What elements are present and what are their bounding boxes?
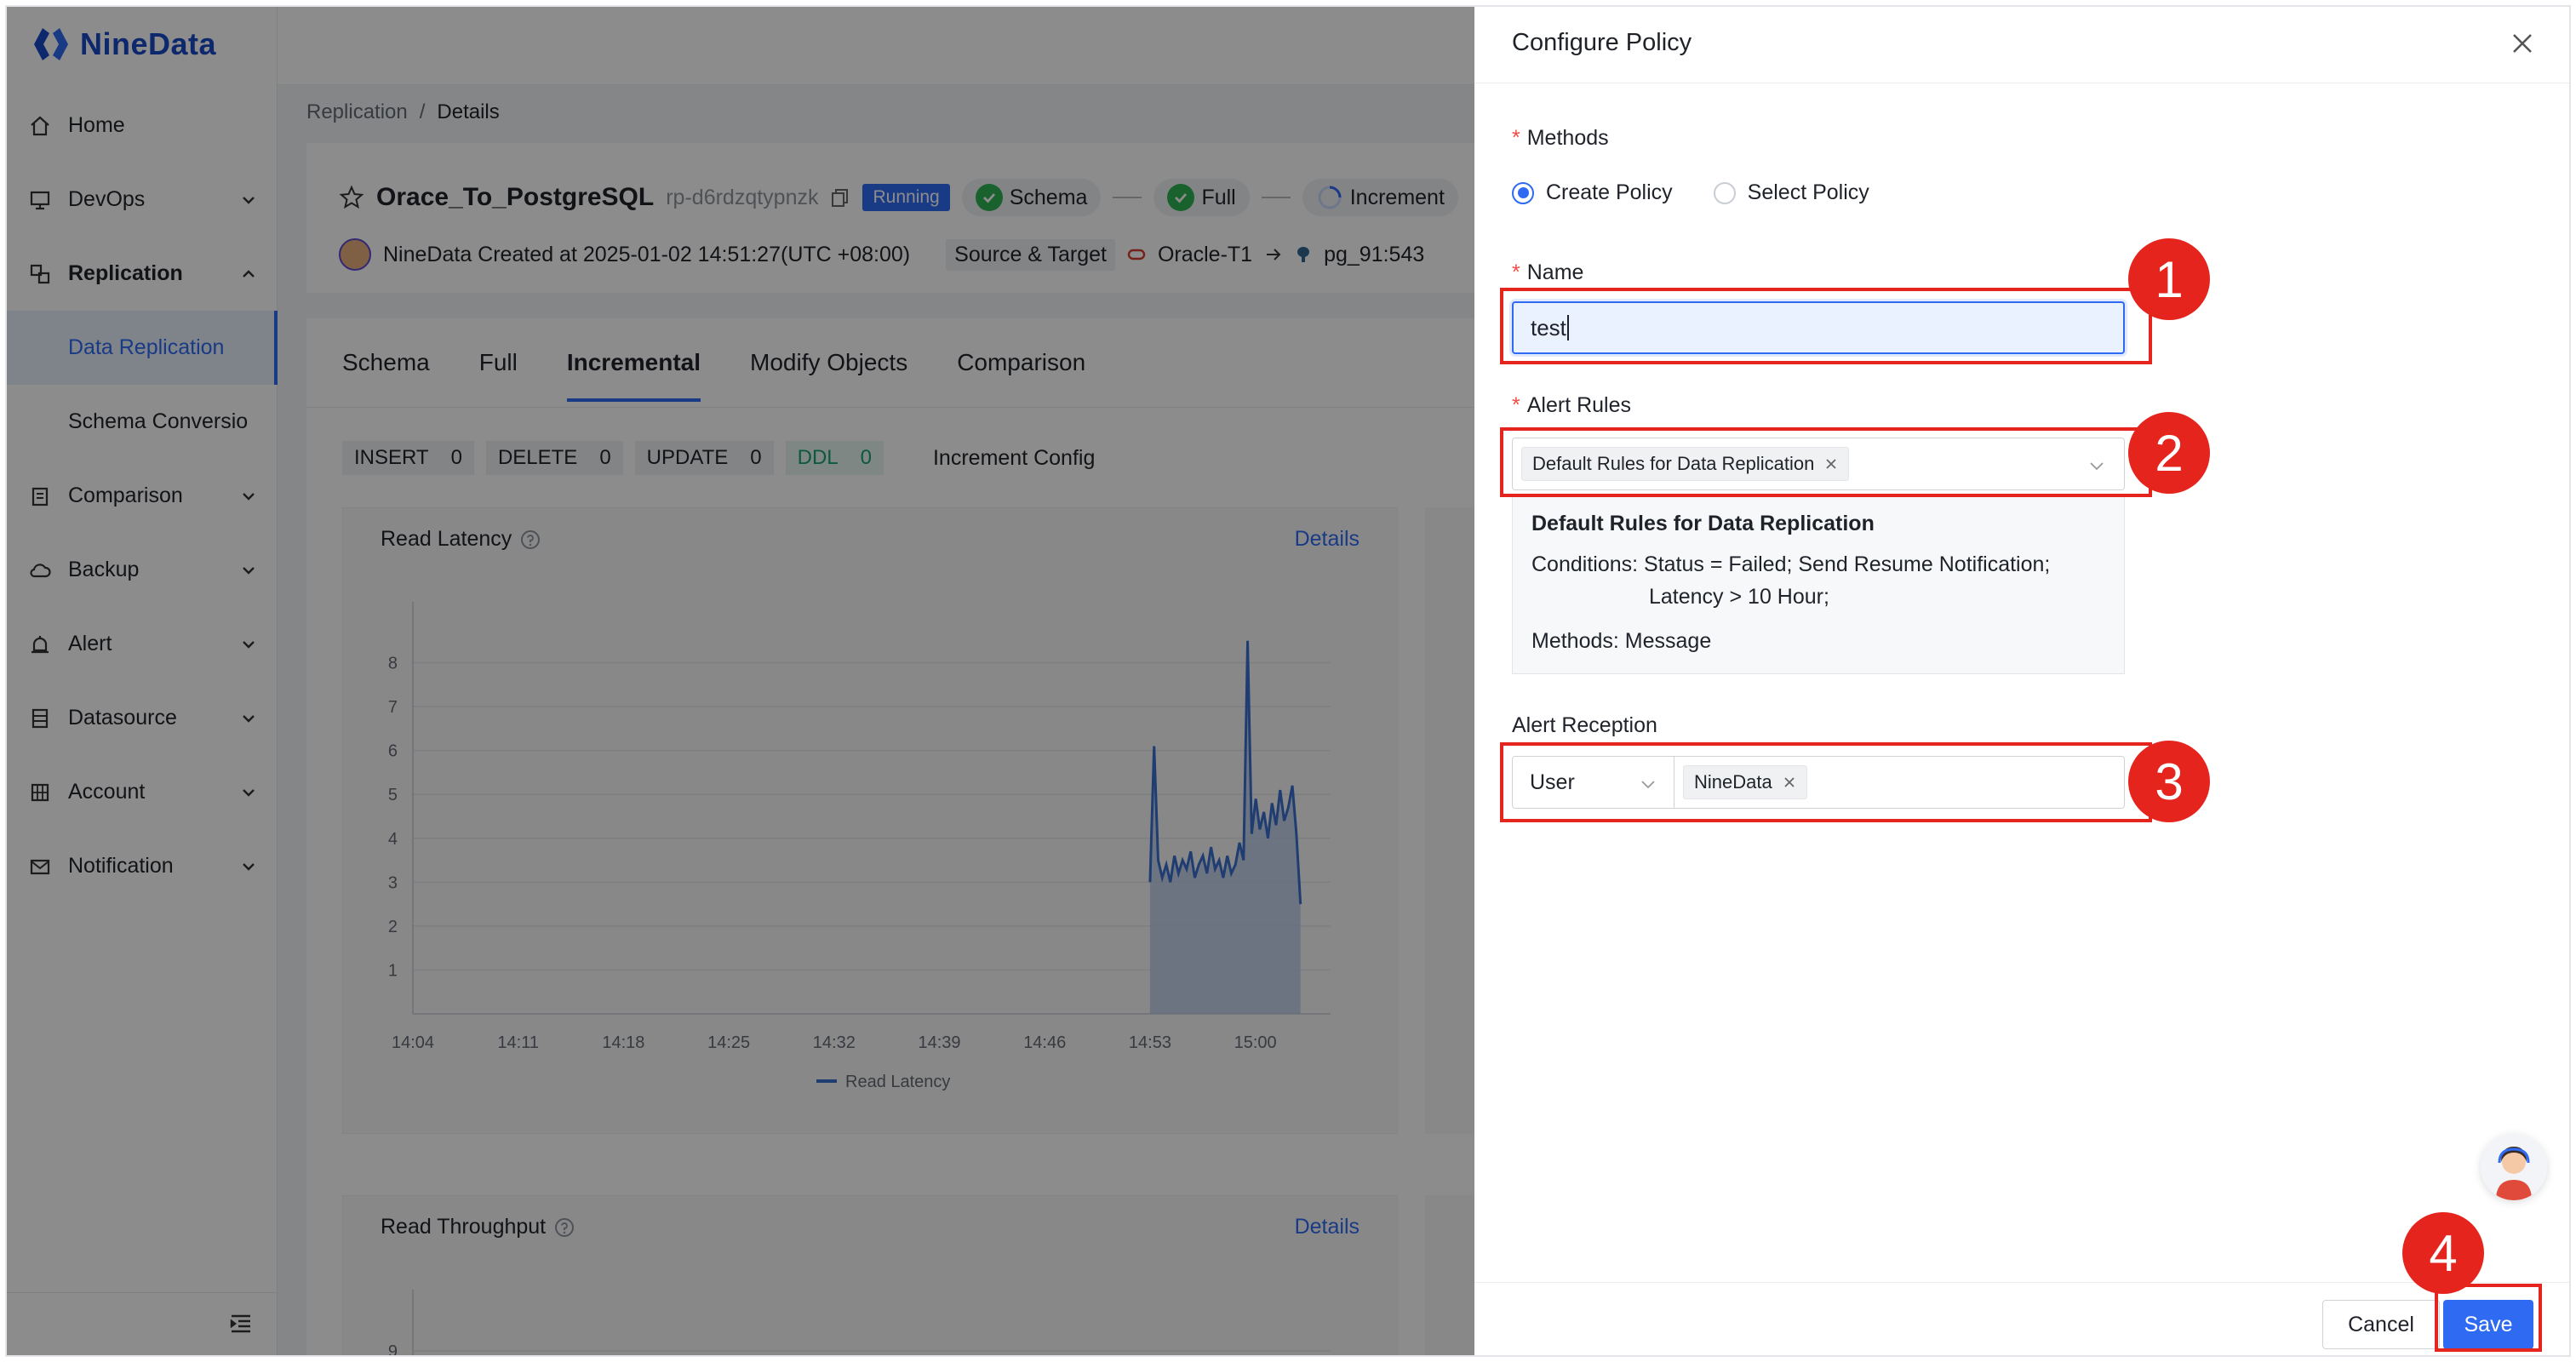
app-window: NineData Home DevOps Replication Data Re… (5, 5, 2571, 1357)
assistant-avatar-icon (2481, 1134, 2547, 1200)
configure-policy-drawer: Configure Policy * Methods Create Policy … (1474, 7, 2569, 1355)
drawer-footer: Cancel Save (1474, 1282, 2569, 1355)
rule-card-title: Default Rules for Data Replication (1531, 512, 1875, 535)
rule-methods: Methods: Message (1531, 629, 1712, 653)
annotation-badge-4: 4 (2402, 1212, 2484, 1294)
alert-reception-label: Alert Reception (1512, 713, 1657, 737)
annotation-badge-3: 3 (2128, 741, 2210, 822)
annotation-box-1 (1500, 288, 2152, 364)
cancel-button[interactable]: Cancel (2322, 1300, 2440, 1349)
methods-label: * Methods (1512, 126, 1609, 150)
drawer-title: Configure Policy (1512, 29, 1692, 56)
annotation-box-4 (2435, 1284, 2542, 1352)
annotation-box-2 (1500, 427, 2152, 497)
radio-dot (1713, 181, 1736, 204)
close-icon[interactable] (2510, 31, 2535, 56)
radio-label: Create Policy (1546, 180, 1673, 204)
rule-conditions: Conditions: Status = Failed; Send Resume… (1531, 552, 2051, 576)
annotation-box-3 (1500, 742, 2152, 822)
name-label: * Name (1512, 260, 1584, 284)
rule-conditions-cont: Latency > 10 Hour; (1649, 585, 1829, 609)
annotation-badge-1: 1 (2128, 238, 2210, 320)
method-radio-group: Create Policy Select Policy (1512, 180, 1869, 205)
rule-detail-card: Default Rules for Data Replication Condi… (1512, 494, 2125, 674)
support-assistant-avatar[interactable] (2481, 1134, 2547, 1200)
drawer-header: Configure Policy (1474, 7, 2569, 83)
modal-overlay[interactable] (7, 7, 1474, 1355)
radio-dot (1512, 181, 1534, 204)
radio-select-policy[interactable]: Select Policy (1713, 180, 1869, 205)
radio-create-policy[interactable]: Create Policy (1512, 180, 1673, 205)
annotation-badge-2: 2 (2128, 412, 2210, 494)
radio-label: Select Policy (1747, 180, 1869, 204)
alert-rules-label: * Alert Rules (1512, 393, 1631, 417)
